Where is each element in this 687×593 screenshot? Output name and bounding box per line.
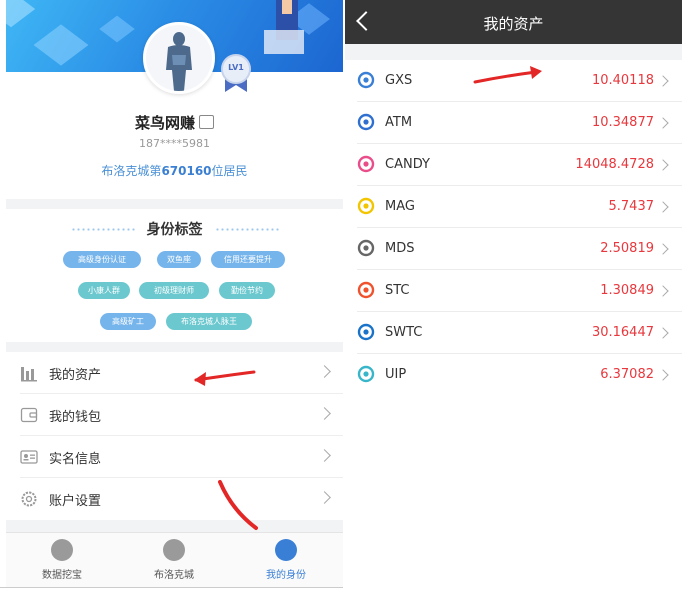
- menu-item-my-wallet[interactable]: 我的钱包: [6, 394, 343, 436]
- asset-name: STC: [385, 283, 410, 298]
- bar-chart-icon: [21, 367, 37, 382]
- wallet-icon: [20, 407, 38, 423]
- atm-icon: [357, 113, 375, 131]
- nickname: 菜鸟网赚: [134, 114, 195, 132]
- asset-row-gxs[interactable]: GXS 10.40118: [345, 60, 682, 102]
- avatar[interactable]: [143, 22, 215, 94]
- edit-icon[interactable]: [199, 114, 214, 129]
- identity-icon: [275, 539, 297, 561]
- asset-row-swtc[interactable]: SWTC 30.16447: [345, 312, 682, 354]
- city-icon: [163, 539, 185, 561]
- chevron-right-icon: [657, 285, 669, 297]
- chevron-right-icon: [657, 243, 669, 255]
- asset-name: SWTC: [385, 325, 423, 340]
- profile-card: LV1 菜鸟网赚 187****5981 布洛克城第670160位居民: [6, 22, 343, 199]
- page-title: 我的资产: [483, 15, 544, 33]
- resident-number: 670160: [161, 164, 212, 178]
- asset-list: GXS 10.40118 ATM 10.34877 CANDY 14048.4728 MAG…: [345, 44, 682, 393]
- decorative-figure-illustration: [264, 0, 304, 54]
- tab-my-identity[interactable]: 我的身份: [230, 533, 342, 587]
- asset-value: 6.37082: [600, 367, 654, 382]
- candy-icon: [357, 155, 375, 173]
- mds-icon: [357, 239, 375, 257]
- asset-row-candy[interactable]: CANDY 14048.4728: [345, 144, 682, 186]
- tag-item: 勤俭节约: [219, 282, 275, 299]
- identity-tags-card: 身份标签 高级身份认证 双鱼座 信用还要提升 小康人群 初级理财师 勤俭节约 高…: [6, 209, 343, 342]
- menu-item-real-name-info[interactable]: 实名信息: [6, 436, 343, 478]
- menu-list: 我的资产 我的钱包 实名信息 账户设置: [6, 352, 343, 520]
- tags-title: 身份标签: [146, 222, 203, 238]
- asset-name: ATM: [385, 115, 413, 130]
- menu-label: 实名信息: [49, 452, 102, 467]
- tag-item: 布洛克城人脉王: [166, 313, 252, 330]
- tag-item: 高级矿工: [100, 313, 156, 330]
- asset-value: 5.7437: [608, 199, 655, 214]
- asset-row-atm[interactable]: ATM 10.34877: [345, 102, 682, 144]
- gxs-icon: [357, 71, 375, 89]
- asset-row-mds[interactable]: MDS 2.50819: [345, 228, 682, 270]
- tag-item: 初级理财师: [139, 282, 209, 299]
- tag-item: 双鱼座: [157, 251, 201, 268]
- asset-name: GXS: [385, 73, 413, 88]
- phone-number: 187****5981: [139, 137, 210, 150]
- resident-rank: 布洛克城第670160位居民: [101, 164, 248, 178]
- shovel-icon: [51, 539, 73, 561]
- asset-value: 30.16447: [591, 325, 654, 340]
- level-label: LV1: [228, 63, 244, 72]
- menu-label: 我的钱包: [49, 410, 102, 425]
- swtc-icon: [357, 323, 375, 341]
- chevron-right-icon: [657, 159, 669, 171]
- chevron-right-icon: [318, 491, 331, 504]
- dots-decoration: [214, 226, 279, 233]
- asset-name: MDS: [385, 241, 415, 256]
- tab-label: 布洛克城: [154, 570, 194, 581]
- asset-value: 10.34877: [591, 115, 654, 130]
- tag-item: 小康人群: [78, 282, 130, 299]
- asset-row-mag[interactable]: MAG 5.7437: [345, 186, 682, 228]
- menu-label: 我的资产: [49, 368, 102, 383]
- mag-icon: [357, 197, 375, 215]
- chevron-right-icon: [318, 449, 331, 462]
- tab-block-city[interactable]: 布洛克城: [118, 533, 230, 587]
- tab-data-mining[interactable]: 数据挖宝: [6, 533, 118, 587]
- asset-value: 2.50819: [600, 241, 654, 256]
- stc-icon: [357, 281, 375, 299]
- id-card-icon: [20, 450, 38, 464]
- asset-name: UIP: [385, 367, 407, 382]
- chevron-right-icon: [657, 75, 669, 87]
- menu-label: 账户设置: [49, 494, 102, 509]
- tab-label: 数据挖宝: [42, 570, 82, 581]
- tag-item: 高级身份认证: [63, 251, 141, 268]
- chevron-right-icon: [657, 369, 669, 381]
- menu-item-my-assets[interactable]: 我的资产: [6, 352, 343, 394]
- nav-bar: 我的资产: [345, 0, 682, 44]
- assets-screen: 我的资产 GXS 10.40118 ATM 10.34877 CANDY 14048.47…: [345, 0, 682, 393]
- dots-decoration: [70, 226, 135, 233]
- menu-item-account-settings[interactable]: 账户设置: [6, 478, 343, 520]
- asset-value: 1.30849: [600, 283, 654, 298]
- asset-value: 10.40118: [591, 73, 654, 88]
- tag-item: 信用还要提升: [211, 251, 285, 268]
- chevron-right-icon: [318, 407, 331, 420]
- level-badge: LV1: [219, 52, 253, 92]
- asset-name: MAG: [385, 199, 415, 214]
- chevron-right-icon: [657, 327, 669, 339]
- chevron-right-icon: [657, 201, 669, 213]
- asset-row-stc[interactable]: STC 1.30849: [345, 270, 682, 312]
- asset-row-uip[interactable]: UIP 6.37082: [345, 354, 682, 393]
- asset-name: CANDY: [385, 157, 430, 172]
- bottom-tab-bar: 数据挖宝 布洛克城 我的身份: [6, 532, 343, 587]
- chevron-right-icon: [657, 117, 669, 129]
- gear-icon: [21, 491, 37, 507]
- tab-label: 我的身份: [266, 570, 306, 581]
- chevron-right-icon: [318, 365, 331, 378]
- profile-screen: LV1 菜鸟网赚 187****5981 布洛克城第670160位居民 身份标签…: [6, 0, 343, 587]
- divider: [0, 587, 343, 588]
- uip-icon: [357, 365, 375, 383]
- asset-value: 14048.4728: [575, 157, 654, 172]
